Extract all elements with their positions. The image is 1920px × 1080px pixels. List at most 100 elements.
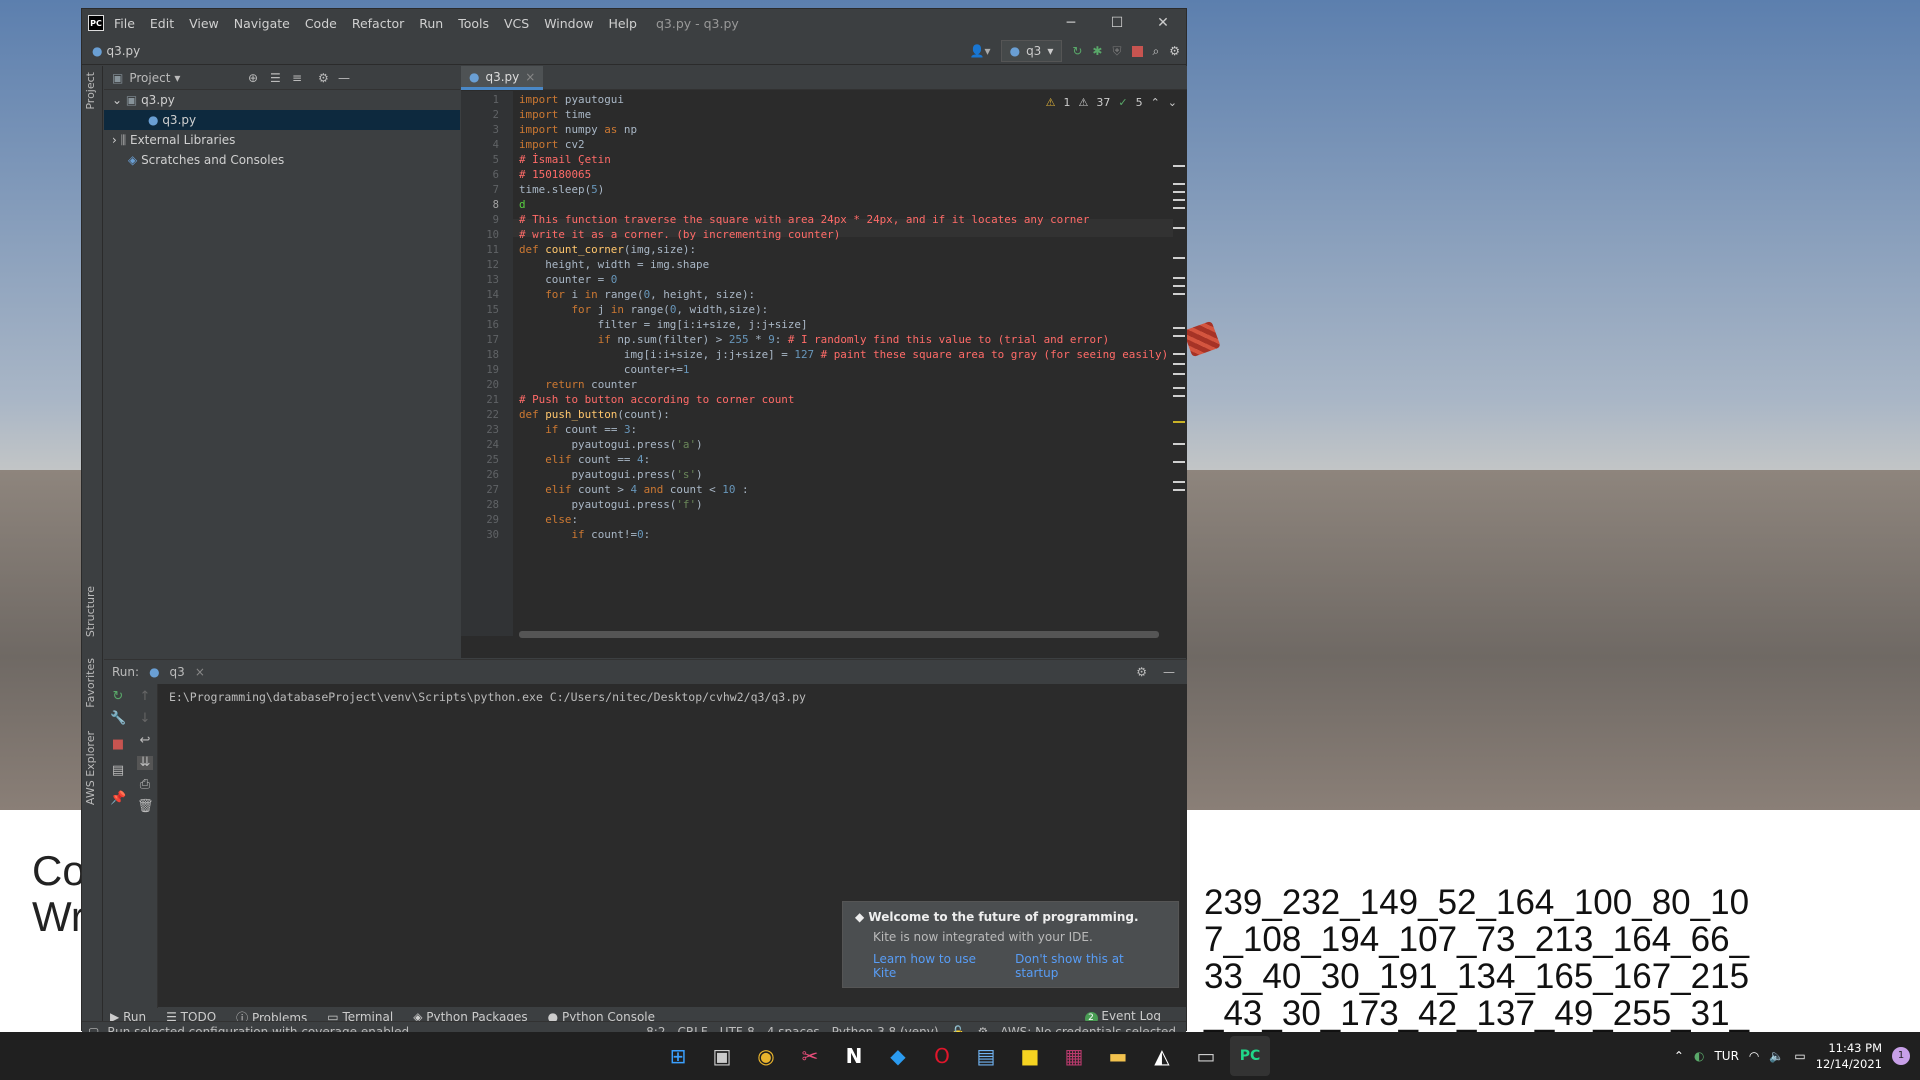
notification-badge[interactable]: 1 <box>1892 1047 1910 1065</box>
wifi-icon[interactable]: ◠ <box>1749 1049 1759 1063</box>
terminal-app[interactable]: ▭ <box>1186 1036 1226 1076</box>
tree-item-file[interactable]: ● q3.py <box>104 110 460 130</box>
chevron-up-icon[interactable]: ⌃ <box>1674 1049 1684 1063</box>
menu-run[interactable]: Run <box>419 16 443 31</box>
project-view-dropdown[interactable]: Project <box>129 71 170 85</box>
opera-app[interactable]: O <box>922 1036 962 1076</box>
error-stripe-mark[interactable] <box>1173 183 1185 185</box>
error-stripe-mark[interactable] <box>1173 387 1185 389</box>
vscode-app[interactable]: ◆ <box>878 1036 918 1076</box>
task-view-button[interactable]: ▣ <box>702 1036 742 1076</box>
error-stripe-mark[interactable] <box>1173 353 1185 355</box>
menu-view[interactable]: View <box>189 16 219 31</box>
error-stripe-mark[interactable] <box>1173 327 1185 329</box>
layout-icon[interactable]: ▤ <box>110 764 126 778</box>
error-stripe-mark[interactable] <box>1173 257 1185 259</box>
error-stripe-mark[interactable] <box>1173 461 1185 463</box>
code-editor[interactable]: ● q3.py × ⚠ 1 ⚠ 37 ✓ 5 ⌃ ⌄ 1 2 3 4 5 6 7 8 9 10 11 12 1… <box>461 66 1187 658</box>
error-stripe-mark[interactable] <box>1173 421 1185 423</box>
error-stripe-mark[interactable] <box>1173 207 1185 209</box>
locate-icon[interactable]: ⊕ <box>248 71 258 85</box>
soft-wrap-icon[interactable]: ↩ <box>137 734 153 748</box>
debug-icon[interactable]: ✱ <box>1092 44 1102 58</box>
menu-edit[interactable]: Edit <box>150 16 174 31</box>
arrow-up-icon[interactable]: ↑ <box>137 690 153 704</box>
hide-icon[interactable]: — <box>338 71 350 85</box>
unity-app[interactable]: ◭ <box>1142 1036 1182 1076</box>
trash-icon[interactable]: 🗑 <box>137 800 154 814</box>
error-stripe-mark[interactable] <box>1173 335 1185 337</box>
maximize-button[interactable]: ☐ <box>1094 9 1140 37</box>
scroll-to-end-icon[interactable]: ⇊ <box>137 756 153 770</box>
search-icon[interactable]: ⌕ <box>1153 44 1160 59</box>
menu-tools[interactable]: Tools <box>458 16 489 31</box>
error-stripe-mark[interactable] <box>1173 373 1185 375</box>
error-stripe-mark[interactable] <box>1173 443 1185 445</box>
error-stripe-mark[interactable] <box>1173 481 1185 483</box>
stop-icon[interactable]: ■ <box>110 738 126 752</box>
start-button[interactable]: ⊞ <box>658 1036 698 1076</box>
pin-icon[interactable]: 📌 <box>110 792 126 806</box>
snipping-app[interactable]: ✂ <box>790 1036 830 1076</box>
gear-icon[interactable]: ⚙ <box>318 71 329 85</box>
user-icon[interactable]: 👤▾ <box>970 44 991 58</box>
tree-item-external-libraries[interactable]: › ⫼ External Libraries <box>104 130 460 150</box>
close-icon[interactable]: × <box>525 65 535 89</box>
error-stripe-mark[interactable] <box>1173 227 1185 229</box>
pycharm-app[interactable]: PC <box>1230 1036 1270 1076</box>
speaker-icon[interactable]: 🔈 <box>1769 1049 1784 1063</box>
close-icon[interactable]: × <box>195 665 205 679</box>
rerun-icon[interactable]: ↻ <box>1072 44 1082 58</box>
menu-help[interactable]: Help <box>608 16 637 31</box>
coverage-icon[interactable]: ⛨ <box>1112 44 1121 59</box>
winrar-app[interactable]: ▦ <box>1054 1036 1094 1076</box>
menu-refactor[interactable]: Refactor <box>352 16 404 31</box>
chevron-up-icon[interactable]: ⌃ <box>1151 96 1160 109</box>
clock[interactable]: 11:43 PM 12/14/2021 <box>1816 1040 1882 1072</box>
run-config-select[interactable]: ● q3 ▾ <box>1000 40 1063 62</box>
error-stripe-mark[interactable] <box>1173 165 1185 167</box>
gear-icon[interactable]: ⚙ <box>1169 44 1180 58</box>
menu-code[interactable]: Code <box>305 16 337 31</box>
menu-file[interactable]: File <box>114 16 135 31</box>
favorites-tool-tab[interactable]: Favorites <box>84 658 97 708</box>
minimize-button[interactable]: ─ <box>1048 9 1094 37</box>
error-stripe-mark[interactable] <box>1173 285 1185 287</box>
kite-dismiss-link[interactable]: Don't show this at startup <box>1015 952 1166 980</box>
gear-icon[interactable]: ⚙ <box>1136 665 1147 679</box>
menu-vcs[interactable]: VCS <box>504 16 529 31</box>
language-indicator[interactable]: TUR <box>1714 1049 1738 1063</box>
notion-app[interactable]: N <box>834 1036 874 1076</box>
sticky-notes-app[interactable]: ■ <box>1010 1036 1050 1076</box>
run-tab[interactable]: q3 <box>170 665 185 679</box>
error-stripe-mark[interactable] <box>1173 489 1185 491</box>
error-stripe-mark[interactable] <box>1173 293 1185 295</box>
battery-icon[interactable]: ▭ <box>1794 1049 1805 1063</box>
close-button[interactable]: ✕ <box>1140 9 1186 37</box>
error-stripe-mark[interactable] <box>1173 363 1185 365</box>
hide-icon[interactable]: — <box>1163 665 1175 679</box>
network-app-icon[interactable]: ◐ <box>1694 1049 1704 1063</box>
inspection-widget[interactable]: ⚠ 1 ⚠ 37 ✓ 5 ⌃ ⌄ <box>1046 96 1177 109</box>
chrome-app[interactable]: ◉ <box>746 1036 786 1076</box>
arrow-down-icon[interactable]: ↓ <box>137 712 153 726</box>
tree-item-scratches[interactable]: ◈ Scratches and Consoles <box>104 150 460 170</box>
aws-explorer-tool-tab[interactable]: AWS Explorer <box>84 731 97 805</box>
error-stripe-mark[interactable] <box>1173 277 1185 279</box>
horizontal-scrollbar[interactable] <box>519 631 1159 638</box>
error-stripe-mark[interactable] <box>1173 395 1185 397</box>
error-stripe-mark[interactable] <box>1173 199 1185 201</box>
tree-item-project[interactable]: ⌄ ▣ q3.py <box>104 90 460 110</box>
console-output[interactable]: E:\Programming\databaseProject\venv\Scri… <box>169 690 806 704</box>
file-explorer-app[interactable]: ▬ <box>1098 1036 1138 1076</box>
menu-navigate[interactable]: Navigate <box>234 16 290 31</box>
stop-icon[interactable] <box>1131 45 1143 57</box>
structure-tool-tab[interactable]: Structure <box>84 586 97 637</box>
project-tool-tab[interactable]: Project <box>84 72 97 110</box>
collapse-all-icon[interactable]: ≡ <box>292 71 302 85</box>
rerun-icon[interactable]: ↻ <box>110 690 126 704</box>
kite-learn-link[interactable]: Learn how to use Kite <box>873 952 999 980</box>
breadcrumb-file[interactable]: q3.py <box>106 44 140 58</box>
error-stripe-mark[interactable] <box>1173 191 1185 193</box>
print-icon[interactable]: ⎙ <box>137 778 153 792</box>
